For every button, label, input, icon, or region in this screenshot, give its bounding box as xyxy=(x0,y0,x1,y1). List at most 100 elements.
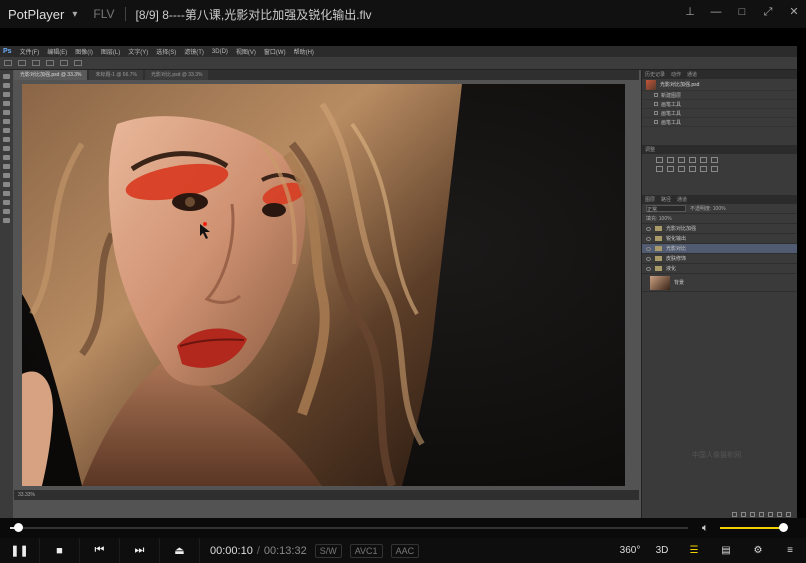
eye-icon[interactable] xyxy=(646,236,651,241)
brightness-icon xyxy=(656,157,663,163)
brush-icon xyxy=(654,111,658,115)
current-time: 00:00:10 xyxy=(210,544,253,557)
history-item: 画笔工具 xyxy=(642,118,797,127)
hue-icon xyxy=(711,157,718,163)
eye-icon[interactable] xyxy=(646,226,651,231)
photo-filter-icon xyxy=(678,166,685,172)
video-title: [8/9] 8----第八课,光影对比加强及锐化输出.flv xyxy=(135,7,372,22)
zoom-tool-icon xyxy=(3,218,10,223)
app-menu-button[interactable]: PotPlayer ▾ xyxy=(0,7,77,22)
history-snapshot: 光影对比加强.psd xyxy=(642,79,797,91)
ps-toolbox xyxy=(0,70,13,528)
history-item-label: 新建图层 xyxy=(661,92,682,99)
renderer-badge[interactable]: S/W xyxy=(314,543,342,558)
layer-row[interactable]: 锐化输出 xyxy=(642,234,797,244)
history-item-label: 画笔工具 xyxy=(661,119,682,126)
seek-bar[interactable] xyxy=(10,523,688,532)
pause-button[interactable]: ❚❚ xyxy=(0,538,40,563)
crop-tool-icon xyxy=(3,110,10,115)
video-codec-badge[interactable]: AVC1 xyxy=(349,543,383,558)
heal-tool-icon xyxy=(3,128,10,133)
fullscreen-icon[interactable]: ⤢ xyxy=(762,6,774,18)
layer-row[interactable]: 光影对比加强 xyxy=(642,224,797,234)
eject-icon: ⏏︎ xyxy=(174,545,185,557)
volume-slider[interactable] xyxy=(720,523,789,532)
portrait-image xyxy=(22,84,625,486)
option-icon xyxy=(18,60,26,66)
3d-button[interactable]: 3D xyxy=(646,538,678,563)
time-separator: / xyxy=(256,544,260,557)
title-bar: PotPlayer ▾ FLV [8/9] 8----第八课,光影对比加强及锐化… xyxy=(0,0,806,28)
ps-doc-tab: 未标题-1 @ 66.7% xyxy=(89,70,143,80)
fill-readout: 填充: 100% xyxy=(646,216,672,222)
history-tab: 历史记录 xyxy=(645,72,666,78)
brush-icon xyxy=(654,120,658,124)
curves-icon xyxy=(678,157,685,163)
ps-menu-item: 选择(S) xyxy=(156,50,177,56)
video-area[interactable]: Ps 文件(F) 编辑(E) 图像(I) 图层(L) 文字(Y) 选择(S) 滤… xyxy=(0,28,806,528)
background-layer: 背景 xyxy=(642,274,797,292)
shape-tool-icon xyxy=(3,200,10,205)
lasso-tool-icon xyxy=(3,92,10,97)
stop-button[interactable]: ■ xyxy=(40,538,80,563)
next-button[interactable]: ⏭︎ xyxy=(120,538,160,563)
link-icon xyxy=(732,512,737,517)
playlist-button[interactable]: ☰ xyxy=(678,538,710,563)
chevron-down-icon: ▾ xyxy=(72,8,78,20)
snapshot-thumbnail xyxy=(646,79,656,90)
fx-icon xyxy=(741,512,746,517)
ps-options-bar xyxy=(0,57,797,70)
layer-row[interactable]: 光影对比 xyxy=(642,244,797,254)
ps-menu-item: 3D(D) xyxy=(211,48,228,55)
ps-menu-item: 视图(V) xyxy=(235,50,256,56)
brush-tool-icon xyxy=(3,137,10,142)
close-icon[interactable]: ✕ xyxy=(788,6,800,18)
move-tool-icon xyxy=(3,74,10,79)
chapter-icon: ▤ xyxy=(721,545,731,556)
layers-tab: 图层 xyxy=(645,197,656,203)
adjustments-tab: 调整 xyxy=(645,147,656,153)
blend-mode-select: 正常 xyxy=(646,205,686,213)
previous-button[interactable]: ⏮︎ xyxy=(80,538,120,563)
option-icon xyxy=(32,60,40,66)
ps-document-tabs: 光影对比加强.psd @ 33.3% 未标题-1 @ 66.7% 光影对比.ps… xyxy=(14,70,639,80)
zoom-readout: 33.33% xyxy=(18,492,35,498)
option-icon xyxy=(74,60,82,66)
minimize-icon[interactable]: — xyxy=(710,6,722,18)
wand-tool-icon xyxy=(3,101,10,106)
actions-tab: 动作 xyxy=(671,72,682,78)
folder-icon xyxy=(655,246,662,251)
menu-button[interactable]: ≡ xyxy=(774,538,806,563)
history-item-label: 画笔工具 xyxy=(661,110,682,117)
eyedropper-tool-icon xyxy=(3,119,10,124)
channels-tab: 通道 xyxy=(677,197,688,203)
settings-button[interactable]: ⚙︎ xyxy=(742,538,774,563)
history-item-label: 画笔工具 xyxy=(661,101,682,108)
maximize-icon[interactable]: □ xyxy=(736,6,748,18)
layer-row[interactable]: 液化 xyxy=(642,264,797,274)
eye-icon[interactable] xyxy=(646,266,651,271)
folder-icon xyxy=(655,256,662,261)
ps-menu-item: 帮助(H) xyxy=(293,50,314,56)
adjustments-panel-header: 调整 xyxy=(642,145,797,154)
vr-360-button[interactable]: 360° xyxy=(614,538,646,563)
audio-codec-badge[interactable]: AAC xyxy=(390,543,420,558)
layer-row[interactable]: 皮肤修饰 xyxy=(642,254,797,264)
history-item: 画笔工具 xyxy=(642,100,797,109)
eject-button[interactable]: ⏏︎ xyxy=(160,538,200,563)
eye-icon[interactable] xyxy=(646,246,651,251)
eye-icon[interactable] xyxy=(646,256,651,261)
opacity-readout: 不透明度: 100% xyxy=(690,206,726,212)
volume-handle[interactable] xyxy=(779,523,789,532)
eraser-tool-icon xyxy=(3,155,10,160)
ps-menu-item: 图层(L) xyxy=(100,50,121,56)
trash-icon xyxy=(786,512,791,517)
window-controls: ⊥ — □ ⤢ ✕ xyxy=(684,6,800,18)
seek-handle[interactable] xyxy=(14,523,24,532)
volume-level xyxy=(720,527,784,529)
folder-icon xyxy=(655,266,662,271)
ps-menu-item: 图像(I) xyxy=(75,50,93,56)
chapter-button[interactable]: ▤ xyxy=(710,538,742,563)
pin-icon[interactable]: ⊥ xyxy=(684,6,696,18)
volume-icon[interactable]: 🔈︎ xyxy=(702,522,709,535)
